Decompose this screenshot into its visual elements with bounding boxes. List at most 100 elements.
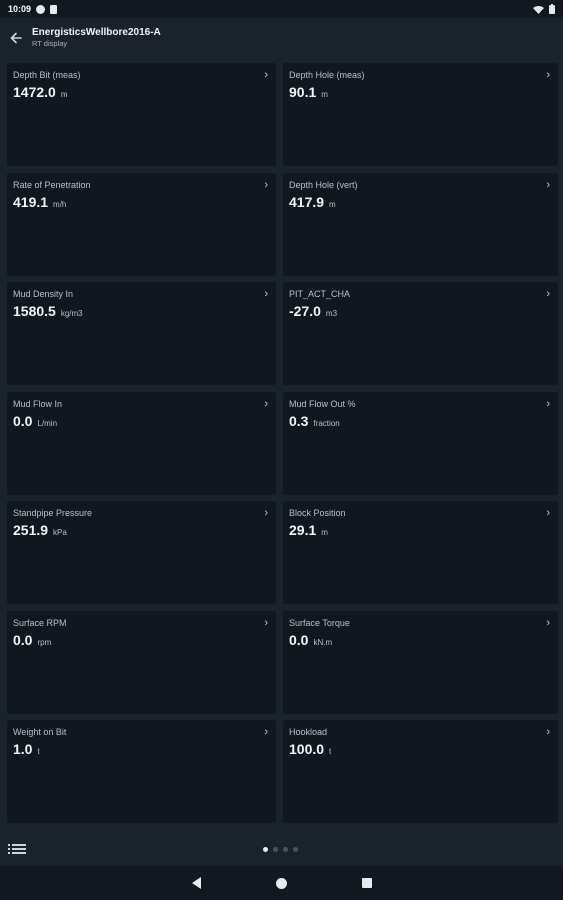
channel-label: Weight on Bit [13, 727, 67, 737]
channel-reading: 417.9 m [289, 194, 552, 210]
channel-card[interactable]: Depth Bit (meas) 1472.0 m › [7, 63, 276, 166]
channel-label: Mud Flow In [13, 398, 63, 409]
channel-unit: t [37, 747, 40, 756]
channel-unit: m [60, 90, 68, 99]
channel-card[interactable]: Standpipe Pressure 251.9 kPa › [7, 501, 276, 604]
channel-label: Block Position [289, 508, 346, 518]
chevron-right-icon[interactable]: › [264, 398, 268, 410]
channel-label: Depth Hole (vert) [289, 179, 358, 190]
channel-unit: kPa [53, 528, 67, 537]
channel-card[interactable]: Hookload 100.0 t › [283, 720, 558, 823]
back-button[interactable] [0, 18, 32, 58]
channel-reading: 0.0 kN.m [289, 632, 552, 648]
channel-card[interactable]: Rate of Penetration 419.1 m/h › [7, 172, 276, 276]
notification-icon [36, 4, 46, 14]
chevron-right-icon[interactable]: › [546, 726, 550, 738]
channel-card[interactable]: Surface Torque 0.0 kN.m › [283, 610, 558, 714]
channel-reading: 90.1 m [289, 84, 552, 100]
channel-card[interactable]: Mud Flow Out % 0.3 fraction › [283, 391, 558, 495]
page-dot[interactable] [283, 847, 288, 852]
chevron-right-icon[interactable]: › [546, 288, 550, 300]
channel-value: -27.0 [289, 303, 321, 319]
status-time: 10:09 [8, 4, 32, 14]
channel-reading: 1.0 t [13, 741, 270, 757]
channel-value: 100.0 [289, 741, 325, 757]
channel-label: Hookload [289, 727, 328, 737]
chevron-right-icon[interactable]: › [264, 69, 268, 81]
chevron-right-icon[interactable]: › [546, 69, 550, 81]
channel-value: 0.3 [289, 412, 309, 429]
channel-label: Mud Density In [13, 289, 74, 299]
nav-back-icon[interactable] [191, 877, 201, 889]
channel-label: Depth Hole (meas) [289, 70, 365, 80]
channel-unit: fraction [313, 418, 340, 428]
page-indicator [263, 847, 298, 852]
status-bar: 10:09 [0, 0, 563, 18]
chevron-right-icon[interactable]: › [264, 288, 268, 300]
channel-value: 0.0 [13, 412, 33, 429]
channel-reading: 251.9 kPa [13, 522, 270, 538]
channel-value: 419.1 [13, 193, 49, 210]
channel-unit: m [321, 528, 328, 537]
chevron-right-icon[interactable]: › [264, 507, 268, 519]
channel-card[interactable]: Surface RPM 0.0 rpm › [7, 610, 276, 714]
wifi-icon [533, 5, 544, 14]
chevron-right-icon[interactable]: › [546, 179, 550, 191]
page-subtitle: RT display [32, 39, 68, 48]
channel-card[interactable]: Depth Hole (meas) 90.1 m › [283, 63, 558, 166]
channel-reading: 1580.5 kg/m3 [13, 303, 270, 319]
channel-unit: L/min [37, 418, 58, 428]
channel-reading: 1472.0 m [13, 84, 270, 100]
channel-value: 29.1 [289, 522, 317, 538]
channel-value: 251.9 [13, 522, 49, 538]
channel-unit: t [329, 747, 332, 756]
channel-value: 0.0 [13, 631, 33, 648]
channel-reading: 0.0 rpm [13, 632, 270, 648]
channel-value: 1472.0 [13, 84, 56, 100]
channel-value: 0.0 [289, 631, 309, 648]
page-dot[interactable] [293, 847, 298, 852]
chevron-right-icon[interactable]: › [546, 617, 550, 629]
chevron-right-icon[interactable]: › [264, 726, 268, 738]
channel-value: 1.0 [13, 741, 33, 757]
channel-label: Rate of Penetration [13, 179, 91, 190]
channel-card[interactable]: Block Position 29.1 m › [283, 501, 558, 604]
nav-home-icon[interactable] [275, 877, 287, 889]
channel-reading: -27.0 m3 [289, 303, 552, 319]
chevron-right-icon[interactable]: › [546, 398, 550, 410]
system-nav-bar [0, 866, 563, 900]
channel-card[interactable]: Weight on Bit 1.0 t › [7, 720, 276, 823]
channel-label: Depth Bit (meas) [13, 70, 81, 80]
channel-value: 417.9 [289, 193, 325, 210]
channel-label: PIT_ACT_CHA [289, 289, 351, 299]
channel-card[interactable]: Depth Hole (vert) 417.9 m › [283, 172, 558, 276]
page-title: EnergisticsWellbore2016-A [32, 27, 161, 38]
page-dot[interactable] [273, 847, 278, 852]
channel-unit: kN.m [313, 637, 333, 647]
channel-label: Mud Flow Out % [289, 398, 356, 409]
chevron-right-icon[interactable]: › [546, 507, 550, 519]
channel-reading: 100.0 t [289, 741, 552, 757]
chevron-right-icon[interactable]: › [264, 179, 268, 191]
sim-card-icon [50, 4, 58, 14]
channel-reading: 0.0 L/min [13, 413, 270, 429]
page-dot[interactable] [263, 847, 268, 852]
list-icon[interactable] [8, 844, 26, 854]
channel-label: Surface RPM [13, 617, 67, 628]
channel-label: Surface Torque [289, 617, 350, 628]
channel-unit: m3 [325, 309, 338, 318]
channel-value: 1580.5 [13, 303, 56, 319]
battery-icon [549, 4, 555, 14]
nav-recents-icon[interactable] [361, 878, 372, 888]
app-bar: EnergisticsWellbore2016-A RT display [0, 18, 563, 58]
channel-reading: 0.3 fraction [289, 413, 552, 429]
channel-unit: m/h [53, 199, 67, 209]
channel-card[interactable]: Mud Density In 1580.5 kg/m3 › [7, 282, 276, 385]
channel-unit: m [321, 90, 328, 99]
channel-unit: m [329, 199, 336, 209]
channel-card[interactable]: PIT_ACT_CHA -27.0 m3 › [283, 282, 558, 385]
channel-grid: Depth Bit (meas) 1472.0 m › Depth Hole (meas… [7, 63, 558, 825]
chevron-right-icon[interactable]: › [264, 617, 268, 629]
channel-unit: rpm [37, 637, 52, 647]
channel-card[interactable]: Mud Flow In 0.0 L/min › [7, 391, 276, 495]
